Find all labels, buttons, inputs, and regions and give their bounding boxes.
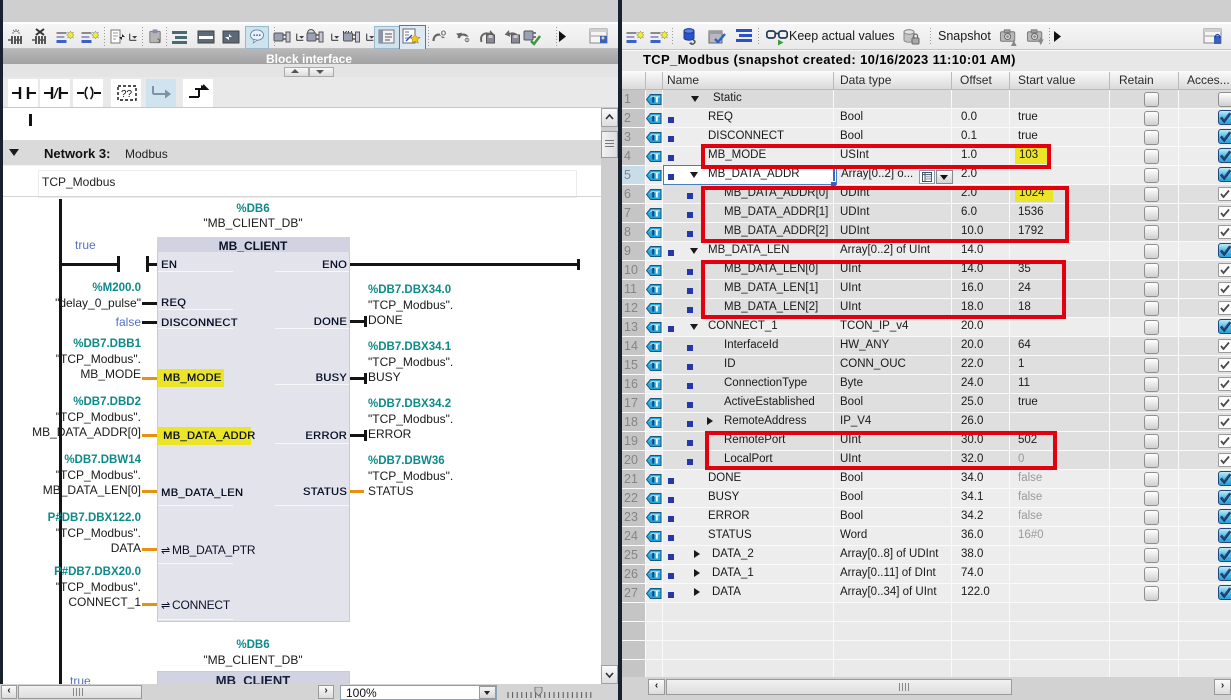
svg-text:??: ??	[121, 89, 133, 100]
